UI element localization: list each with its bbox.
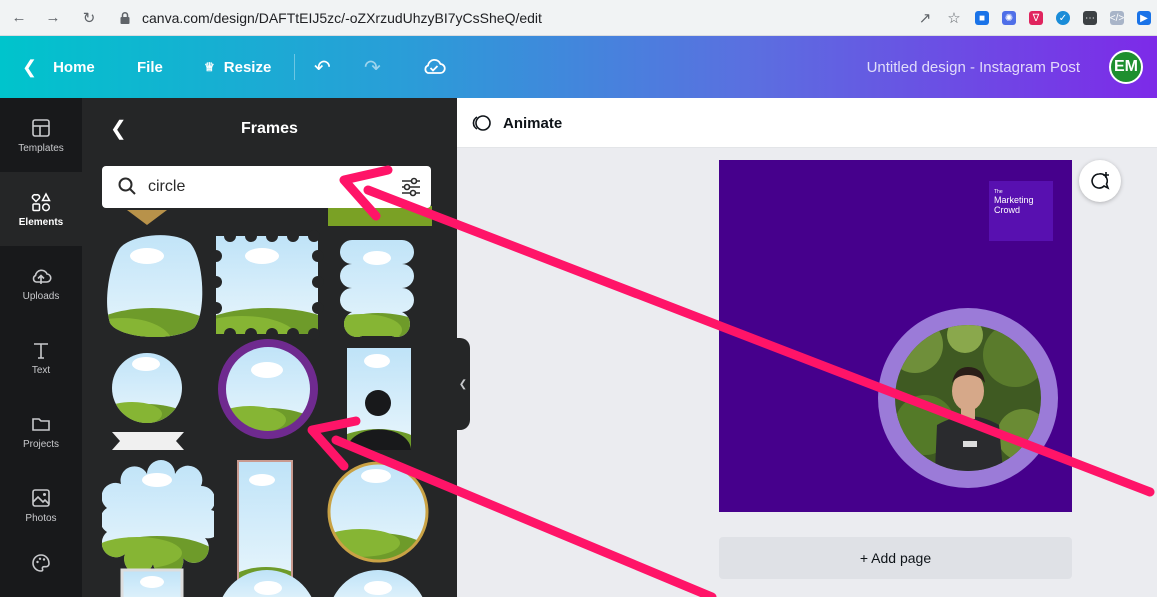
address-bar[interactable]: canva.com/design/DAFTtEIJ5zc/-oZXrzudUhz…	[118, 0, 542, 36]
animate-icon	[472, 115, 491, 131]
add-page-button[interactable]: + Add page	[719, 537, 1072, 579]
brand-logo[interactable]: The Marketing Crowd	[989, 181, 1053, 241]
rail-item-elements[interactable]: Elements	[0, 172, 82, 246]
rail-item-brand[interactable]	[0, 542, 82, 597]
palette-icon	[32, 554, 50, 572]
rail-label: Projects	[22, 438, 60, 450]
rail-label: Uploads	[22, 290, 60, 302]
rail-item-uploads[interactable]: Uploads	[0, 246, 82, 320]
text-icon	[34, 342, 48, 359]
reload-icon[interactable]: ↻	[76, 5, 102, 31]
resize-label: Resize	[223, 58, 272, 76]
redo-icon[interactable]: ↷	[364, 36, 381, 98]
add-comment-icon[interactable]	[1079, 160, 1121, 202]
photo-icon	[32, 488, 50, 507]
resize-button[interactable]: ♕ Resize	[204, 36, 271, 98]
person-photo	[895, 325, 1041, 471]
canva-header: ❮ Home File ♕ Resize ↶ ↷ Untitled design…	[0, 36, 1157, 98]
cloud-saved-icon[interactable]	[422, 36, 446, 98]
rail-item-projects[interactable]: Projects	[0, 394, 82, 468]
rail-item-text[interactable]: Text	[0, 320, 82, 394]
editor-toolbar: Animate	[457, 98, 1157, 148]
chevron-left-icon: ❮	[22, 56, 38, 77]
extension-icon[interactable]: ✓	[1056, 11, 1070, 25]
home-label: Home	[53, 58, 95, 76]
search-input[interactable]	[148, 166, 378, 208]
forward-arrow-icon[interactable]: →	[40, 5, 66, 31]
editor-area: Animate The Marketing Crowd + Add page	[457, 98, 1157, 597]
elements-icon	[31, 191, 51, 211]
rail-item-templates[interactable]: Templates	[0, 98, 82, 172]
rail-label: Templates	[18, 142, 64, 154]
url-text: canva.com/design/DAFTtEIJ5zc/-oZXrzudUhz…	[142, 10, 542, 26]
animate-button[interactable]: Animate	[471, 110, 562, 136]
back-arrow-icon[interactable]: ←	[6, 5, 32, 31]
rail-label: Photos	[25, 512, 57, 524]
extension-icon[interactable]: ✺	[1002, 11, 1016, 25]
design-title[interactable]: Untitled design - Instagram Post	[867, 36, 1080, 98]
extension-icon[interactable]: ⋯	[1083, 11, 1097, 25]
upload-cloud-icon	[32, 269, 52, 284]
folder-icon	[32, 417, 50, 431]
collapse-panel-handle[interactable]: ❮	[456, 338, 470, 430]
side-navigation: Templates Elements Uploads Text Projects…	[0, 98, 82, 597]
extension-icon[interactable]: </>	[1110, 11, 1124, 25]
crown-icon: ♕	[204, 60, 215, 74]
templates-icon	[32, 118, 50, 137]
brand-line-3: Crowd	[994, 205, 1021, 215]
circle-photo-frame[interactable]	[878, 308, 1058, 488]
search-icon	[118, 177, 136, 195]
bookmark-star-icon[interactable]: ☆	[946, 9, 962, 27]
home-button[interactable]: ❮ Home	[22, 36, 95, 98]
extension-icon[interactable]: ∇	[1029, 11, 1043, 25]
frames-panel: ❮ Frames	[82, 98, 457, 597]
extension-icon[interactable]: ■	[975, 11, 989, 25]
search-box[interactable]	[102, 166, 431, 208]
undo-icon[interactable]: ↶	[314, 36, 331, 98]
extension-icon[interactable]: ▶	[1137, 11, 1151, 25]
brand-line-2: Marketing	[994, 195, 1034, 205]
animate-label: Animate	[503, 114, 563, 132]
extension-toolbar: ↗ ☆ ■ ✺ ∇ ✓ ⋯ </> ▶	[917, 0, 1157, 36]
browser-toolbar: ← → ↻ canva.com/design/DAFTtEIJ5zc/-oZXr…	[0, 0, 1157, 36]
canva-editor-screen: ← → ↻ canva.com/design/DAFTtEIJ5zc/-oZXr…	[0, 0, 1157, 597]
design-canvas[interactable]: The Marketing Crowd	[719, 160, 1072, 512]
share-icon[interactable]: ↗	[917, 9, 933, 27]
rail-label: Text	[31, 364, 51, 376]
rail-item-photos[interactable]: Photos	[0, 468, 82, 542]
divider	[294, 54, 295, 80]
file-menu-button[interactable]: File	[137, 36, 163, 98]
filter-sliders-icon[interactable]	[399, 175, 423, 199]
rail-label: Elements	[18, 216, 64, 228]
avatar[interactable]: EM	[1109, 50, 1143, 84]
lock-icon	[120, 11, 130, 24]
